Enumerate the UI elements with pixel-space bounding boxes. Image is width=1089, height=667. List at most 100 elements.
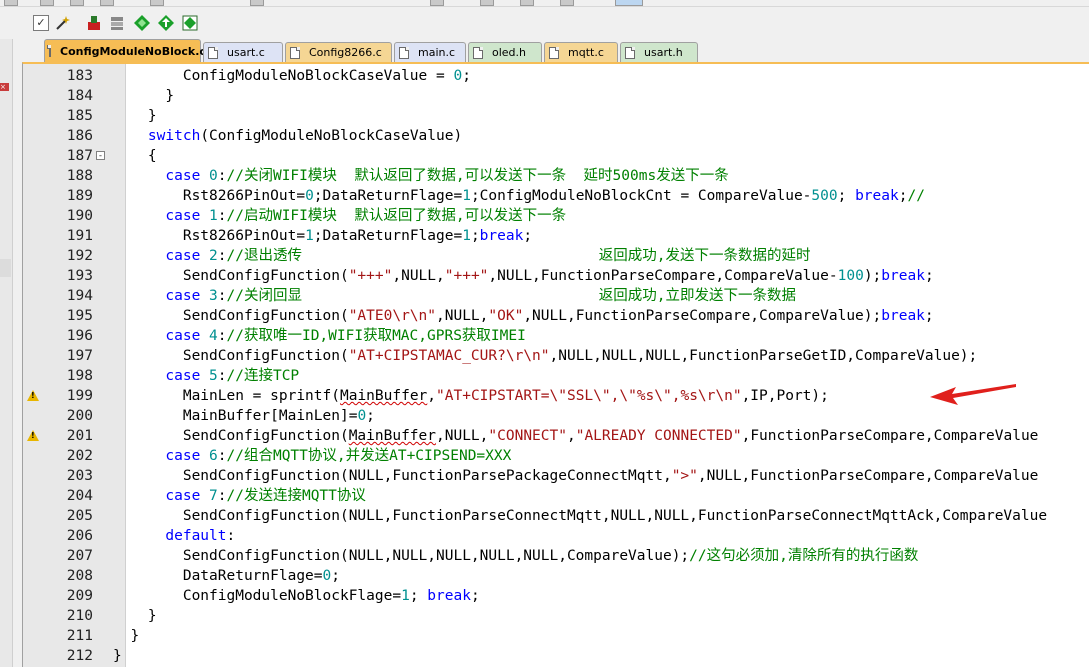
tab-main-c[interactable]: main.c: [394, 42, 466, 62]
line-number: 203: [66, 468, 93, 484]
code-line[interactable]: 194 case 3://关闭回显 返回成功,立即发送下一条数据: [23, 286, 1089, 306]
code-token: "ALREADY CONNECTED": [575, 428, 742, 444]
code-line[interactable]: 196 case 4://获取唯一ID,WIFI获取MAC,GPRS获取IMEI: [23, 326, 1089, 346]
tab-usart-h[interactable]: usart.h: [620, 42, 698, 62]
code-line[interactable]: 184 }: [23, 86, 1089, 106]
code-line[interactable]: 183 ConfigModuleNoBlockCaseValue = 0;: [23, 66, 1089, 86]
code-line[interactable]: 201 SendConfigFunction(MainBuffer,NULL,"…: [23, 426, 1089, 446]
code-line[interactable]: 202 case 6://组合MQTT协议,并发送AT+CIPSEND=XXX: [23, 446, 1089, 466]
code-line[interactable]: 211 }: [23, 626, 1089, 646]
code-token: DataReturnFlage=: [113, 568, 323, 584]
diamond-icon[interactable]: [132, 13, 152, 33]
code-token: SendConfigFunction(: [113, 268, 349, 284]
code-line[interactable]: 205 SendConfigFunction(NULL,FunctionPars…: [23, 506, 1089, 526]
file-icon: [399, 46, 409, 59]
fold-toggle-icon[interactable]: -: [96, 151, 105, 161]
code-text: Rst8266PinOut=0;DataReturnFlage=1;Config…: [113, 186, 925, 206]
tab-config8266-c[interactable]: Config8266.c: [285, 42, 392, 62]
tab-mqtt-c[interactable]: mqtt.c: [544, 42, 618, 62]
code-line[interactable]: 203 SendConfigFunction(NULL,FunctionPars…: [23, 466, 1089, 486]
tab-usart-c[interactable]: usart.c: [203, 42, 283, 62]
code-line[interactable]: 191 Rst8266PinOut=1;DataReturnFlage=1;br…: [23, 226, 1089, 246]
grid-icon[interactable]: [180, 13, 200, 33]
build-red-icon[interactable]: [84, 13, 104, 33]
line-number: 200: [66, 408, 93, 424]
line-number: 192: [66, 248, 93, 264]
code-token: ConfigModuleNoBlockFlage=: [113, 588, 402, 604]
code-line[interactable]: 210 }: [23, 606, 1089, 626]
line-number: 202: [66, 448, 93, 464]
code-token: "ATE0\r\n": [348, 308, 437, 324]
stack-icon[interactable]: [107, 13, 127, 33]
line-number: 207: [66, 548, 93, 564]
code-token: //启动WIFI模块 默认返回了数据,可以发送下一条: [226, 208, 567, 224]
line-number: 211: [66, 628, 93, 644]
code-token: "AT+CIPSTART=\"SSL\",\"%s\",%s\r\n": [436, 388, 742, 404]
code-token: //关闭回显 返回成功,立即发送下一条数据: [226, 288, 797, 304]
code-token: "AT+CIPSTAMAC_CUR?\r\n": [348, 348, 550, 364]
code-editor[interactable]: 183 ConfigModuleNoBlockCaseValue = 0; 184…: [22, 62, 1089, 667]
code-text: Rst8266PinOut=1;DataReturnFlage=1;break;: [113, 226, 532, 246]
close-icon[interactable]: ×: [0, 83, 9, 91]
code-line[interactable]: 200 MainBuffer[MainLen]=0;: [23, 406, 1089, 426]
code-token: );: [863, 268, 882, 284]
tab-configmodulenoblock-c[interactable]: ConfigModuleNoBlock.c: [44, 39, 206, 62]
code-line[interactable]: 206 default:: [23, 526, 1089, 546]
code-token: ,NULL,: [392, 268, 445, 284]
code-token: ,NULL,FunctionParseCompare,CompareValue)…: [523, 308, 882, 324]
code-line[interactable]: 193 SendConfigFunction("+++",NULL,"+++",…: [23, 266, 1089, 286]
code-token: ">": [671, 468, 698, 484]
code-line[interactable]: 209 ConfigModuleNoBlockFlage=1; break;: [23, 586, 1089, 606]
code-line[interactable]: 207 SendConfigFunction(NULL,NULL,NULL,NU…: [23, 546, 1089, 566]
code-token: :: [217, 208, 227, 224]
code-line[interactable]: 208 DataReturnFlage=0;: [23, 566, 1089, 586]
tab-oled-h[interactable]: oled.h: [468, 42, 542, 62]
code-token: ;: [462, 68, 471, 84]
wand-icon[interactable]: [53, 13, 73, 33]
code-token: ;: [523, 228, 533, 244]
tab-label: mqtt.c: [568, 46, 604, 59]
code-token: }: [113, 88, 175, 104]
code-line[interactable]: 197 SendConfigFunction("AT+CIPSTAMAC_CUR…: [23, 346, 1089, 366]
code-token: 4: [209, 328, 218, 344]
code-line[interactable]: 204 case 7://发送连接MQTT协议: [23, 486, 1089, 506]
code-token: }: [113, 648, 122, 664]
code-line[interactable]: 188 case 0://关闭WIFI模块 默认返回了数据,可以发送下一条 延时…: [23, 166, 1089, 186]
arrow-diamond-icon[interactable]: [156, 13, 176, 33]
code-token: 0: [209, 168, 218, 184]
code-token: case: [165, 168, 201, 184]
code-token: //关闭WIFI模块 默认返回了数据,可以发送下一条 延时500ms发送下一条: [226, 168, 729, 184]
code-line[interactable]: 190 case 1://启动WIFI模块 默认返回了数据,可以发送下一条: [23, 206, 1089, 226]
code-line[interactable]: 212}: [23, 646, 1089, 666]
line-number: 196: [66, 328, 93, 344]
red-arrow-annotation: [930, 384, 1016, 405]
code-token: case: [165, 488, 201, 504]
code-token: case: [165, 288, 201, 304]
code-line[interactable]: 192 case 2://退出透传 返回成功,发送下一条数据的延时: [23, 246, 1089, 266]
code-token: 0: [305, 188, 314, 204]
code-token: ;ConfigModuleNoBlockCnt = CompareValue-: [470, 188, 812, 204]
warning-icon[interactable]: [27, 430, 39, 441]
code-line[interactable]: 189 Rst8266PinOut=0;DataReturnFlage=1;Co…: [23, 186, 1089, 206]
code-line[interactable]: 186 switch(ConfigModuleNoBlockCaseValue): [23, 126, 1089, 146]
code-line[interactable]: 187- {: [23, 146, 1089, 166]
tab-label: ConfigModuleNoBlock.c: [60, 44, 206, 58]
warning-icon[interactable]: [27, 390, 39, 401]
code-token: ;: [409, 588, 428, 604]
code-token: case: [165, 368, 201, 384]
checkbox-icon[interactable]: ✓: [33, 15, 49, 31]
tab-label: Config8266.c: [309, 46, 382, 59]
line-number: 185: [66, 108, 93, 124]
code-token: case: [165, 448, 201, 464]
code-token: switch: [147, 128, 201, 144]
code-line[interactable]: 185 }: [23, 106, 1089, 126]
code-line[interactable]: 195 SendConfigFunction("ATE0\r\n",NULL,"…: [23, 306, 1089, 326]
line-number: 190: [66, 208, 93, 224]
file-icon: [47, 45, 51, 57]
code-token: "+++": [444, 268, 489, 284]
code-text: case 2://退出透传 返回成功,发送下一条数据的延时: [113, 246, 810, 266]
